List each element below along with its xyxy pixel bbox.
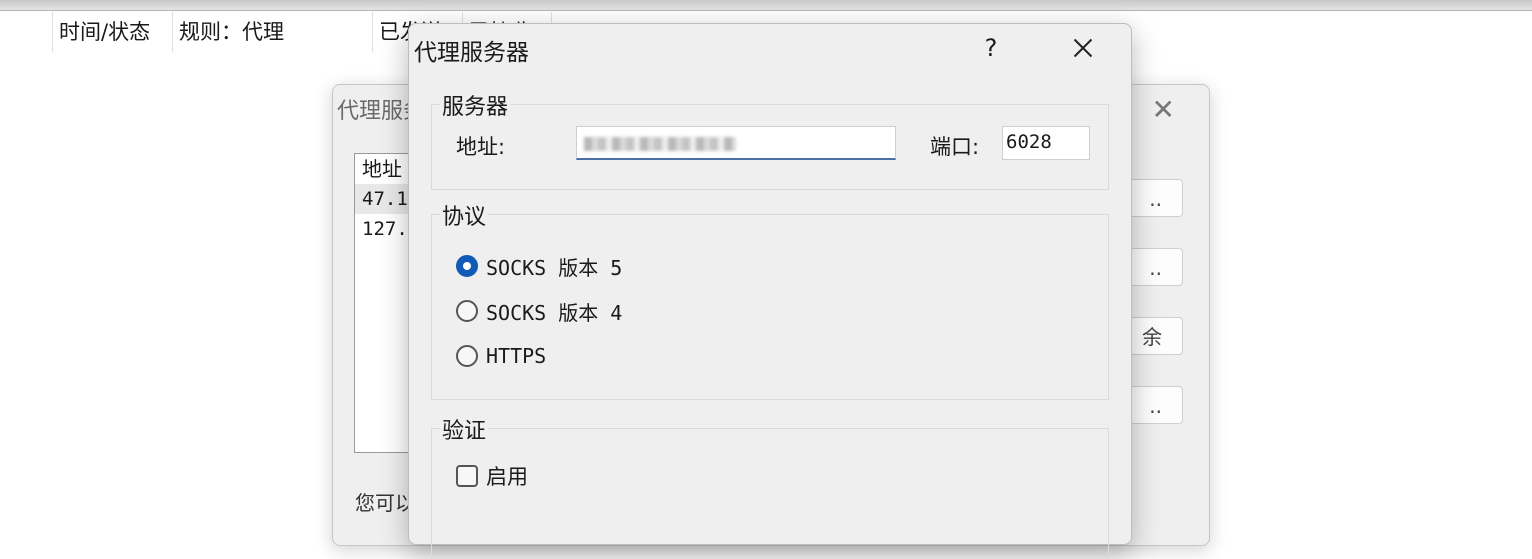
protocol-group: 协议 SOCKS 版本 5 SOCKS 版本 4 HTTPS	[431, 199, 1109, 400]
server-group: 服务器 地址: 端口: 6028	[431, 89, 1109, 190]
auth-enable-option[interactable]: 启用	[456, 461, 528, 491]
dialog-title: 代理服务器	[414, 40, 529, 66]
radio-selected-icon[interactable]	[456, 255, 478, 277]
port-field[interactable]: 6028	[1002, 126, 1090, 160]
auth-group-legend: 验证	[440, 413, 489, 445]
address-field[interactable]	[576, 126, 896, 160]
close-icon[interactable]	[1067, 28, 1097, 68]
auth-group: 验证 启用	[431, 413, 1109, 559]
protocol-option-https[interactable]: HTTPS	[456, 341, 546, 371]
radio-unselected-icon[interactable]	[456, 345, 478, 367]
protocol-option-socks4[interactable]: SOCKS 版本 4	[456, 296, 622, 326]
protocol-option-label: SOCKS 版本 4	[486, 300, 623, 325]
protocol-option-label: SOCKS 版本 5	[486, 255, 623, 280]
protocol-group-legend: 协议	[440, 199, 489, 231]
window-top-edge	[0, 0, 1532, 11]
checkbox-icon[interactable]	[456, 465, 478, 487]
protocol-option-socks5[interactable]: SOCKS 版本 5	[456, 251, 622, 281]
proxy-server-dialog: 代理服务器 ? 服务器 地址: 端口: 6028 协议 SOCKS 版本 5 S…	[408, 23, 1132, 559]
redacted-address	[584, 137, 736, 151]
background-close-icon[interactable]: ✕	[1152, 93, 1175, 126]
port-label: 端口:	[930, 135, 980, 159]
column-header-rule[interactable]: 规则：代理	[172, 12, 372, 52]
server-group-legend: 服务器	[440, 89, 511, 121]
column-header-time-status[interactable]: 时间/状态	[52, 12, 172, 52]
help-button[interactable]: ?	[983, 28, 999, 68]
auth-enable-label: 启用	[486, 465, 528, 489]
address-label: 地址:	[456, 135, 506, 159]
radio-unselected-icon[interactable]	[456, 300, 478, 322]
protocol-option-label: HTTPS	[486, 344, 547, 368]
background-footer-text: 您可以	[355, 491, 415, 515]
